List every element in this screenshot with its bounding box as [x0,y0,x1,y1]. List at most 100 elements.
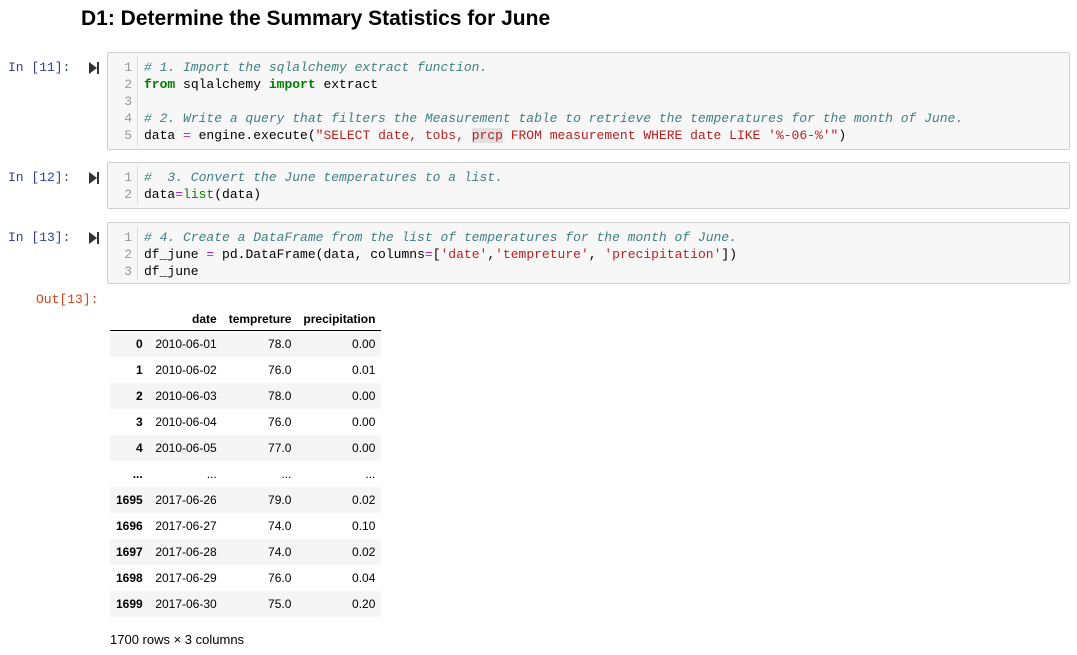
run-icon[interactable] [89,232,99,244]
table-cell: 74.0 [268,545,292,559]
code-line: 4 # 2. Write a query that filters the Mea… [108,110,1069,127]
table-header-row: date tempreture precipitation [110,306,382,331]
table-cell: 79.0 [268,493,292,507]
row-index: 1695 [116,493,143,507]
row-index: 1 [136,363,143,377]
table-cell: ... [365,467,376,481]
code-token: pd.DataFrame(data, columns [214,247,425,262]
line-number: 5 [124,128,132,143]
code-cell-13[interactable]: 1 # 4. Create a DataFrame from the list o… [107,222,1070,284]
row-index: 1697 [116,545,143,559]
table-cell: 0.20 [352,597,376,611]
line-number: 2 [124,187,132,202]
code-token: (data) [214,187,262,202]
code-token: ]) [721,247,737,262]
table-cell: 2017-06-30 [155,597,217,611]
table-cell: 2010-06-04 [155,415,217,429]
table-cell: 0.02 [352,545,376,559]
table-cell: 0.00 [352,389,376,403]
code-token: "SELECT date, tobs, [315,128,472,143]
code-text: df_june = pd.DataFrame(data, columns=['d… [144,246,737,263]
code-line: 3 df_june [108,263,1069,280]
code-text: df_june [144,263,199,280]
line-number: 1 [124,60,132,75]
table-cell: 76.0 [268,363,292,377]
table-cell: 78.0 [268,389,292,403]
code-token: prcp [471,128,503,143]
code-cell-11[interactable]: 1 # 1. Import the sqlalchemy extract func… [107,52,1070,150]
column-header-tempreture: tempreture [222,306,298,331]
table-row: 1696 2017-06-27 74.0 0.10 [110,513,381,539]
code-token: = [175,187,184,202]
section-heading: D1: Determine the Summary Statistics for… [81,7,551,30]
code-token: = [424,247,433,262]
code-token: from [144,77,176,92]
table-cell: ... [281,467,292,481]
table-cell: 2010-06-05 [155,441,217,455]
code-token: = [183,128,191,143]
input-prompt-13: In [13]: [8,230,71,245]
code-token: # 3. Convert the June temperatures to a … [144,170,503,185]
code-text: from sqlalchemy import extract [144,76,378,93]
code-line: 1 # 1. Import the sqlalchemy extract func… [108,59,1069,76]
table-cell: 0.01 [352,363,376,377]
table-cell: 78.0 [268,337,292,351]
table-row: 3 2010-06-04 76.0 0.00 [110,409,381,435]
table-cell: 77.0 [268,441,292,455]
column-header-date: date [148,306,223,331]
table-row: 1 2010-06-02 76.0 0.01 [110,357,381,383]
code-text: # 3. Convert the June temperatures to a … [144,169,503,186]
code-cell-12[interactable]: 1 # 3. Convert the June temperatures to a… [107,162,1070,209]
column-header-precipitation: precipitation [297,306,382,331]
table-cell: 0.00 [352,415,376,429]
line-number: 1 [124,230,132,245]
line-number: 2 [124,77,132,92]
code-token: [ [432,247,441,262]
row-index: 1699 [116,597,143,611]
table-row: 4 2010-06-05 77.0 0.00 [110,435,382,461]
code-line: 1 # 4. Create a DataFrame from the list o… [108,229,1069,246]
line-number: 3 [124,94,132,109]
row-index: 1696 [116,519,143,533]
run-icon[interactable] [89,172,99,184]
code-token: df_june [144,247,207,262]
code-token: data [144,128,184,143]
line-number: 4 [124,111,132,126]
code-text: # 2. Write a query that filters the Meas… [144,110,963,127]
table-row: 0 2010-06-01 78.0 0.00 [110,330,382,357]
code-line: 2 data=list(data) [108,186,1069,203]
table-cell: ... [206,467,217,481]
code-token: sqlalchemy [175,77,269,92]
run-icon[interactable] [89,62,99,74]
code-token: engine.execute( [190,128,316,143]
row-index: 1698 [116,571,143,585]
table-cell: 75.0 [268,597,292,611]
code-token: , [588,247,605,262]
index-header [110,306,149,331]
code-token: # 4. Create a DataFrame from the list of… [144,230,737,245]
table-cell: 0.00 [352,441,376,455]
code-token: extract [315,77,379,92]
code-text: data=list(data) [144,186,261,203]
table-cell: 76.0 [268,415,292,429]
table-cell: 0.00 [352,337,376,351]
line-number: 1 [124,170,132,185]
table-row: 1698 2017-06-29 76.0 0.04 [110,565,381,591]
code-token: 'date' [440,247,488,262]
code-token: data [144,187,176,202]
table-cell: 0.02 [352,493,376,507]
table-cell: 0.10 [352,519,376,533]
input-prompt-12: In [12]: [8,170,71,185]
table-row: ............ [110,461,382,487]
table-cell: 2010-06-01 [155,337,217,351]
row-count-summary: 1700 rows × 3 columns [110,632,245,647]
code-token: 'tempreture' [495,247,589,262]
table-row: 1699 2017-06-30 75.0 0.20 [110,591,382,617]
line-number: 2 [124,247,132,262]
table-row: 1695 2017-06-26 79.0 0.02 [110,487,382,513]
table-cell: 2010-06-02 [155,363,217,377]
row-index: ... [132,467,143,481]
table-cell: 2017-06-28 [155,545,217,559]
output-prompt-13: Out[13]: [36,292,99,307]
code-token: # 1. Import the sqlalchemy extract funct… [144,60,488,75]
